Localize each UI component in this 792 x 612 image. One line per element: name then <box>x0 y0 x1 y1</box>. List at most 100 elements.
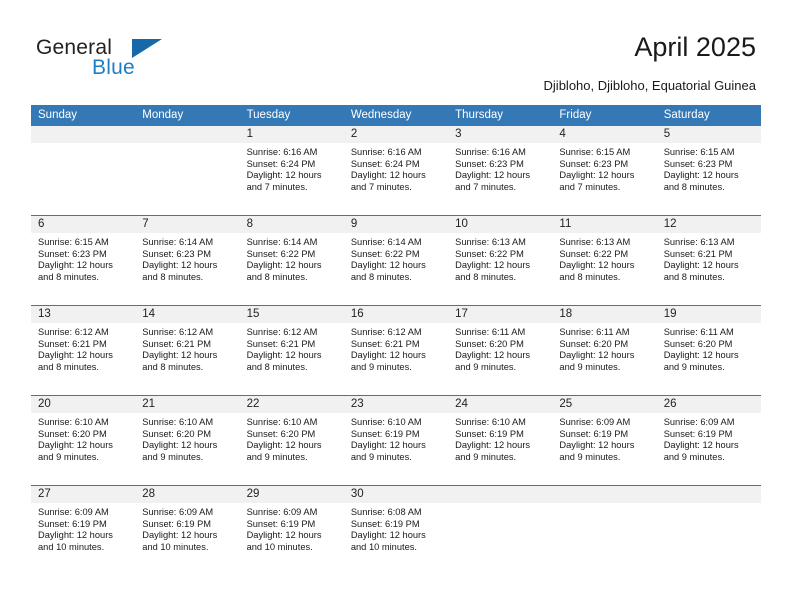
day-info <box>448 503 552 507</box>
sunrise-text: Sunrise: 6:10 AM <box>142 417 214 427</box>
week-row: 27 Sunrise: 6:09 AM Sunset: 6:19 PM Dayl… <box>31 485 761 575</box>
daylight-text: Daylight: 12 hours and 7 minutes. <box>350 170 426 192</box>
day-number: 5 <box>656 126 761 143</box>
day-info <box>552 503 656 507</box>
sunrise-text: Sunrise: 6:15 AM <box>663 147 735 157</box>
sunset-text: Sunset: 6:19 PM <box>559 428 629 439</box>
day-cell[interactable]: 22 Sunrise: 6:10 AM Sunset: 6:20 PM Dayl… <box>239 396 344 485</box>
day-cell[interactable] <box>31 126 136 215</box>
sunset-text: Sunset: 6:21 PM <box>142 338 212 349</box>
day-cell[interactable]: 24 Sunrise: 6:10 AM Sunset: 6:19 PM Dayl… <box>448 396 553 485</box>
day-number: 4 <box>552 126 657 143</box>
sunrise-text: Sunrise: 6:10 AM <box>455 417 526 427</box>
sunset-text: Sunset: 6:22 PM <box>559 248 629 259</box>
day-cell[interactable]: 13 Sunrise: 6:12 AM Sunset: 6:21 PM Dayl… <box>31 306 136 395</box>
day-cell[interactable]: 25 Sunrise: 6:09 AM Sunset: 6:19 PM Dayl… <box>552 396 657 485</box>
day-cell[interactable]: 12 Sunrise: 6:13 AM Sunset: 6:21 PM Dayl… <box>656 216 761 305</box>
day-info: Sunrise: 6:08 AM Sunset: 6:19 PM Dayligh… <box>344 503 448 553</box>
weekday-header-monday: Monday <box>142 109 184 121</box>
day-info <box>31 143 135 147</box>
daylight-text: Daylight: 12 hours and 9 minutes. <box>38 440 113 462</box>
day-cell[interactable]: 29 Sunrise: 6:09 AM Sunset: 6:19 PM Dayl… <box>239 486 344 575</box>
day-cell[interactable]: 4 Sunrise: 6:15 AM Sunset: 6:23 PM Dayli… <box>552 126 657 215</box>
day-cell[interactable]: 15 Sunrise: 6:12 AM Sunset: 6:21 PM Dayl… <box>239 306 344 395</box>
brand-logo[interactable]: General Blue <box>36 36 216 86</box>
daylight-text: Daylight: 12 hours and 9 minutes. <box>559 350 635 372</box>
sunset-text: Sunset: 6:24 PM <box>246 158 316 169</box>
sunrise-text: Sunrise: 6:10 AM <box>38 417 109 427</box>
day-cell[interactable]: 26 Sunrise: 6:09 AM Sunset: 6:19 PM Dayl… <box>656 396 761 485</box>
day-cell[interactable]: 5 Sunrise: 6:15 AM Sunset: 6:23 PM Dayli… <box>656 126 761 215</box>
sunrise-text: Sunrise: 6:10 AM <box>350 417 422 427</box>
daylight-text: Daylight: 12 hours and 9 minutes. <box>663 440 739 462</box>
sunset-text: Sunset: 6:20 PM <box>142 428 212 439</box>
day-info: Sunrise: 6:10 AM Sunset: 6:19 PM Dayligh… <box>448 413 552 463</box>
day-number <box>448 486 553 503</box>
day-info: Sunrise: 6:15 AM Sunset: 6:23 PM Dayligh… <box>552 143 656 193</box>
daylight-text: Daylight: 12 hours and 8 minutes. <box>246 350 322 372</box>
day-cell[interactable]: 17 Sunrise: 6:11 AM Sunset: 6:20 PM Dayl… <box>448 306 553 395</box>
sunset-text: Sunset: 6:20 PM <box>246 428 316 439</box>
day-cell[interactable]: 3 Sunrise: 6:16 AM Sunset: 6:23 PM Dayli… <box>448 126 553 215</box>
day-cell[interactable]: 27 Sunrise: 6:09 AM Sunset: 6:19 PM Dayl… <box>31 486 136 575</box>
day-cell[interactable] <box>448 486 553 575</box>
sunset-text: Sunset: 6:23 PM <box>455 158 524 169</box>
day-number: 2 <box>343 126 449 143</box>
weekday-header-tuesday: Tuesday <box>246 109 291 121</box>
week-row: 13 Sunrise: 6:12 AM Sunset: 6:21 PM Dayl… <box>31 305 761 395</box>
day-cell[interactable]: 23 Sunrise: 6:10 AM Sunset: 6:19 PM Dayl… <box>343 396 449 485</box>
day-cell[interactable]: 8 Sunrise: 6:14 AM Sunset: 6:22 PM Dayli… <box>239 216 344 305</box>
week-row: 20 Sunrise: 6:10 AM Sunset: 6:20 PM Dayl… <box>31 395 761 485</box>
day-cell[interactable]: 7 Sunrise: 6:14 AM Sunset: 6:23 PM Dayli… <box>135 216 240 305</box>
day-cell[interactable]: 2 Sunrise: 6:16 AM Sunset: 6:24 PM Dayli… <box>343 126 449 215</box>
daylight-text: Daylight: 12 hours and 8 minutes. <box>142 350 218 372</box>
day-cell[interactable]: 6 Sunrise: 6:15 AM Sunset: 6:23 PM Dayli… <box>31 216 136 305</box>
daylight-text: Daylight: 12 hours and 8 minutes. <box>38 350 113 372</box>
day-cell[interactable]: 9 Sunrise: 6:14 AM Sunset: 6:22 PM Dayli… <box>343 216 449 305</box>
day-info: Sunrise: 6:12 AM Sunset: 6:21 PM Dayligh… <box>31 323 135 373</box>
daylight-text: Daylight: 12 hours and 10 minutes. <box>142 530 218 552</box>
day-cell[interactable] <box>552 486 657 575</box>
page-header: General Blue April 2025 Djibloho, Djiblo… <box>0 0 792 100</box>
day-number: 15 <box>239 306 344 323</box>
daylight-text: Daylight: 12 hours and 9 minutes. <box>350 350 426 372</box>
daylight-text: Daylight: 12 hours and 10 minutes. <box>38 530 113 552</box>
day-cell[interactable]: 19 Sunrise: 6:11 AM Sunset: 6:20 PM Dayl… <box>656 306 761 395</box>
weekday-header-sunday: Sunday <box>38 109 78 121</box>
day-cell[interactable]: 1 Sunrise: 6:16 AM Sunset: 6:24 PM Dayli… <box>239 126 344 215</box>
day-number: 28 <box>135 486 240 503</box>
day-info: Sunrise: 6:10 AM Sunset: 6:20 PM Dayligh… <box>31 413 135 463</box>
calendar-grid: Sunday Monday Tuesday Wednesday Thursday… <box>31 105 761 575</box>
day-info: Sunrise: 6:12 AM Sunset: 6:21 PM Dayligh… <box>135 323 239 373</box>
day-cell[interactable]: 10 Sunrise: 6:13 AM Sunset: 6:22 PM Dayl… <box>448 216 553 305</box>
day-info: Sunrise: 6:09 AM Sunset: 6:19 PM Dayligh… <box>552 413 656 463</box>
sunrise-text: Sunrise: 6:12 AM <box>350 327 422 337</box>
day-info: Sunrise: 6:11 AM Sunset: 6:20 PM Dayligh… <box>448 323 552 373</box>
daylight-text: Daylight: 12 hours and 8 minutes. <box>142 260 218 282</box>
day-number: 6 <box>31 216 136 233</box>
sunrise-text: Sunrise: 6:11 AM <box>559 327 630 337</box>
day-cell[interactable]: 20 Sunrise: 6:10 AM Sunset: 6:20 PM Dayl… <box>31 396 136 485</box>
daylight-text: Daylight: 12 hours and 9 minutes. <box>142 440 218 462</box>
day-cell[interactable]: 14 Sunrise: 6:12 AM Sunset: 6:21 PM Dayl… <box>135 306 240 395</box>
day-number: 1 <box>239 126 344 143</box>
day-cell[interactable] <box>656 486 761 575</box>
day-cell[interactable]: 16 Sunrise: 6:12 AM Sunset: 6:21 PM Dayl… <box>343 306 449 395</box>
day-cell[interactable]: 18 Sunrise: 6:11 AM Sunset: 6:20 PM Dayl… <box>552 306 657 395</box>
day-cell[interactable]: 30 Sunrise: 6:08 AM Sunset: 6:19 PM Dayl… <box>343 486 449 575</box>
day-info: Sunrise: 6:14 AM Sunset: 6:22 PM Dayligh… <box>344 233 448 283</box>
day-info: Sunrise: 6:12 AM Sunset: 6:21 PM Dayligh… <box>240 323 344 373</box>
day-cell[interactable] <box>135 126 240 215</box>
day-info: Sunrise: 6:11 AM Sunset: 6:20 PM Dayligh… <box>552 323 656 373</box>
day-cell[interactable]: 21 Sunrise: 6:10 AM Sunset: 6:20 PM Dayl… <box>135 396 240 485</box>
day-cell[interactable]: 28 Sunrise: 6:09 AM Sunset: 6:19 PM Dayl… <box>135 486 240 575</box>
day-cell[interactable]: 11 Sunrise: 6:13 AM Sunset: 6:22 PM Dayl… <box>552 216 657 305</box>
daylight-text: Daylight: 12 hours and 8 minutes. <box>663 170 739 192</box>
week-row: 1 Sunrise: 6:16 AM Sunset: 6:24 PM Dayli… <box>31 126 761 215</box>
sunset-text: Sunset: 6:21 PM <box>246 338 316 349</box>
day-info: Sunrise: 6:10 AM Sunset: 6:20 PM Dayligh… <box>240 413 344 463</box>
day-number: 27 <box>31 486 136 503</box>
daylight-text: Daylight: 12 hours and 9 minutes. <box>455 350 531 372</box>
sunrise-text: Sunrise: 6:13 AM <box>455 237 526 247</box>
sunset-text: Sunset: 6:19 PM <box>246 518 316 529</box>
